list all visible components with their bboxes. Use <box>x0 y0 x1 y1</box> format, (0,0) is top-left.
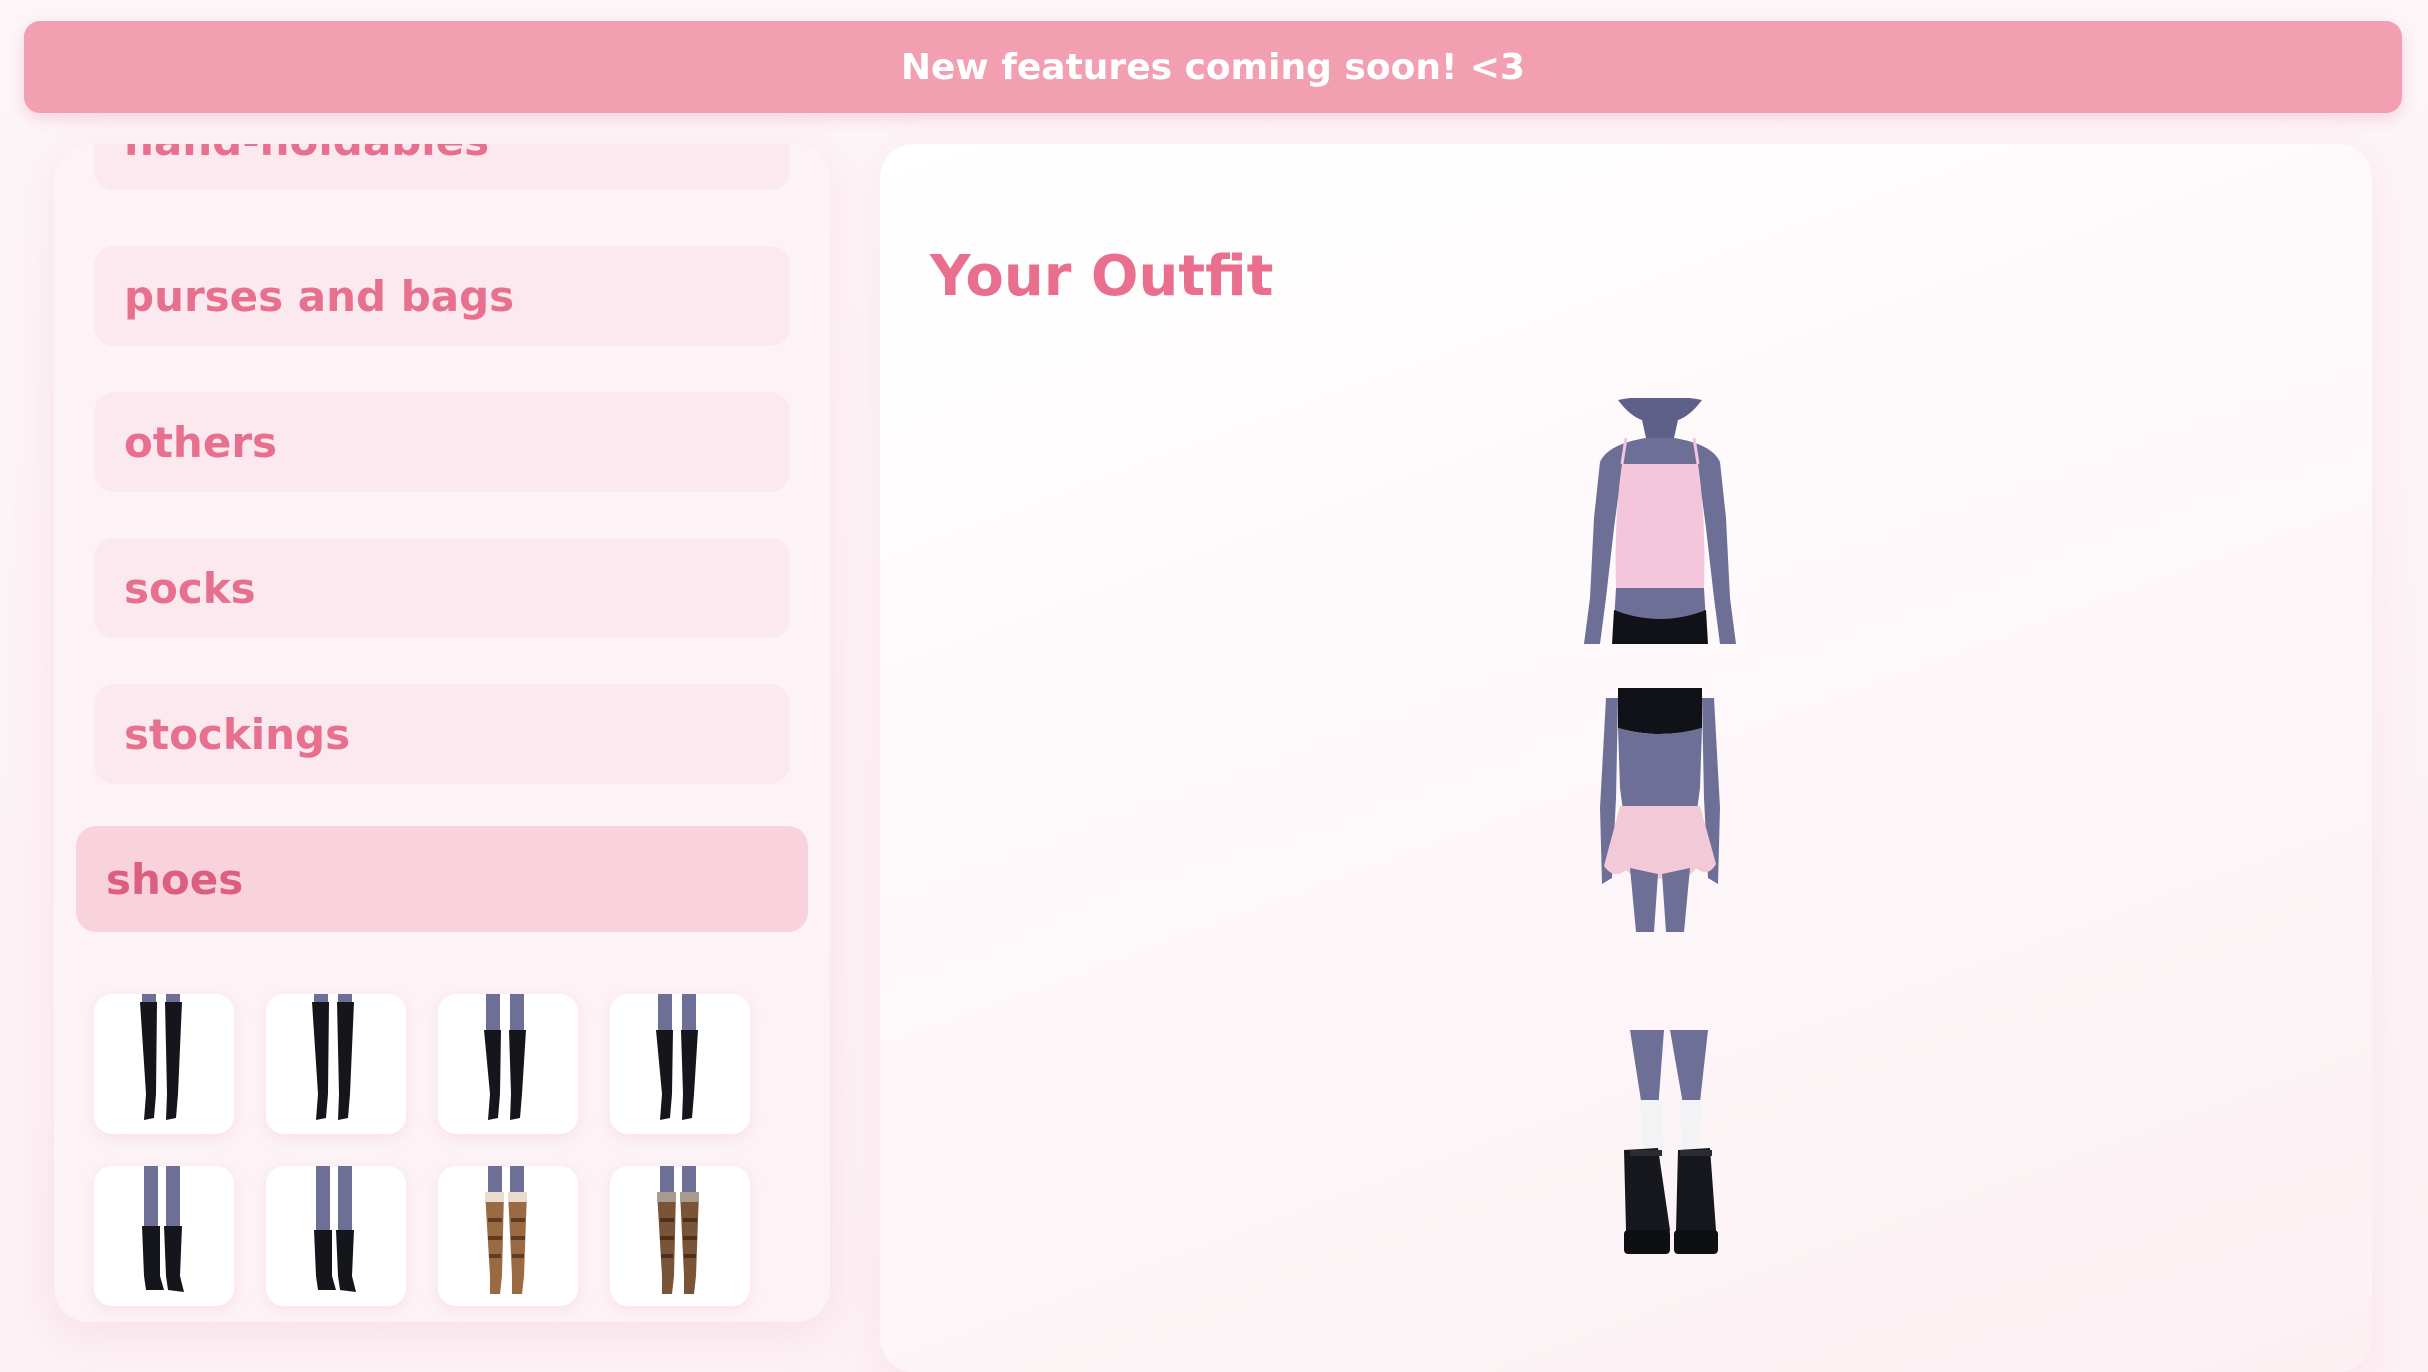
ankle-boots-icon <box>142 1166 184 1292</box>
shoe-thumbnail-2[interactable] <box>266 994 406 1134</box>
shoe-thumbnail-8[interactable] <box>610 1166 750 1306</box>
category-socks[interactable]: socks <box>94 538 790 638</box>
shoe-thumbnail-6[interactable] <box>266 1166 406 1306</box>
banner-text: New features coming soon! <3 <box>900 46 1526 88</box>
category-shoes[interactable]: shoes <box>76 826 808 932</box>
category-panel[interactable]: hand-holdables purses and bags others so… <box>54 144 830 1322</box>
buckle-boots-icon <box>485 1166 527 1294</box>
outfit-slot-bottom[interactable] <box>1540 688 1780 932</box>
knee-boots-icon <box>484 994 526 1120</box>
category-label: purses and bags <box>124 271 515 321</box>
buckle-boots-icon <box>657 1166 699 1294</box>
thigh-boots-icon <box>140 994 182 1120</box>
knee-boots-icon <box>656 994 698 1120</box>
shoe-thumbnail-5[interactable] <box>94 1166 234 1306</box>
category-label: stockings <box>124 709 351 759</box>
category-label: others <box>124 417 278 467</box>
shoe-thumbnail-3[interactable] <box>438 994 578 1134</box>
outfit-slot-shoes[interactable] <box>1560 1030 1760 1262</box>
announcement-banner: New features coming soon! <3 <box>24 21 2402 113</box>
outfit-panel: Your Outfit <box>880 144 2372 1372</box>
app-page: New features coming soon! <3 hand-holdab… <box>0 0 2428 1372</box>
category-others[interactable]: others <box>94 392 790 492</box>
ruffle-skirt-icon <box>1600 688 1720 932</box>
category-purses-and-bags[interactable]: purses and bags <box>94 246 790 346</box>
platform-shoes-icon <box>1624 1030 1718 1254</box>
category-label: hand-holdables <box>124 144 489 165</box>
shoe-thumbnail-4[interactable] <box>610 994 750 1134</box>
ankle-boots-icon <box>314 1166 356 1292</box>
outfit-title: Your Outfit <box>930 244 1274 309</box>
category-stockings[interactable]: stockings <box>94 684 790 784</box>
category-label: socks <box>124 563 256 613</box>
shoe-thumbnail-1[interactable] <box>94 994 234 1134</box>
shoe-thumbnail-7[interactable] <box>438 1166 578 1306</box>
category-label: shoes <box>106 854 244 904</box>
category-hand-holdables[interactable]: hand-holdables <box>94 144 790 190</box>
outfit-slot-top[interactable] <box>1540 396 1780 644</box>
camisole-top-icon <box>1584 396 1736 644</box>
thigh-boots-icon <box>312 994 354 1120</box>
